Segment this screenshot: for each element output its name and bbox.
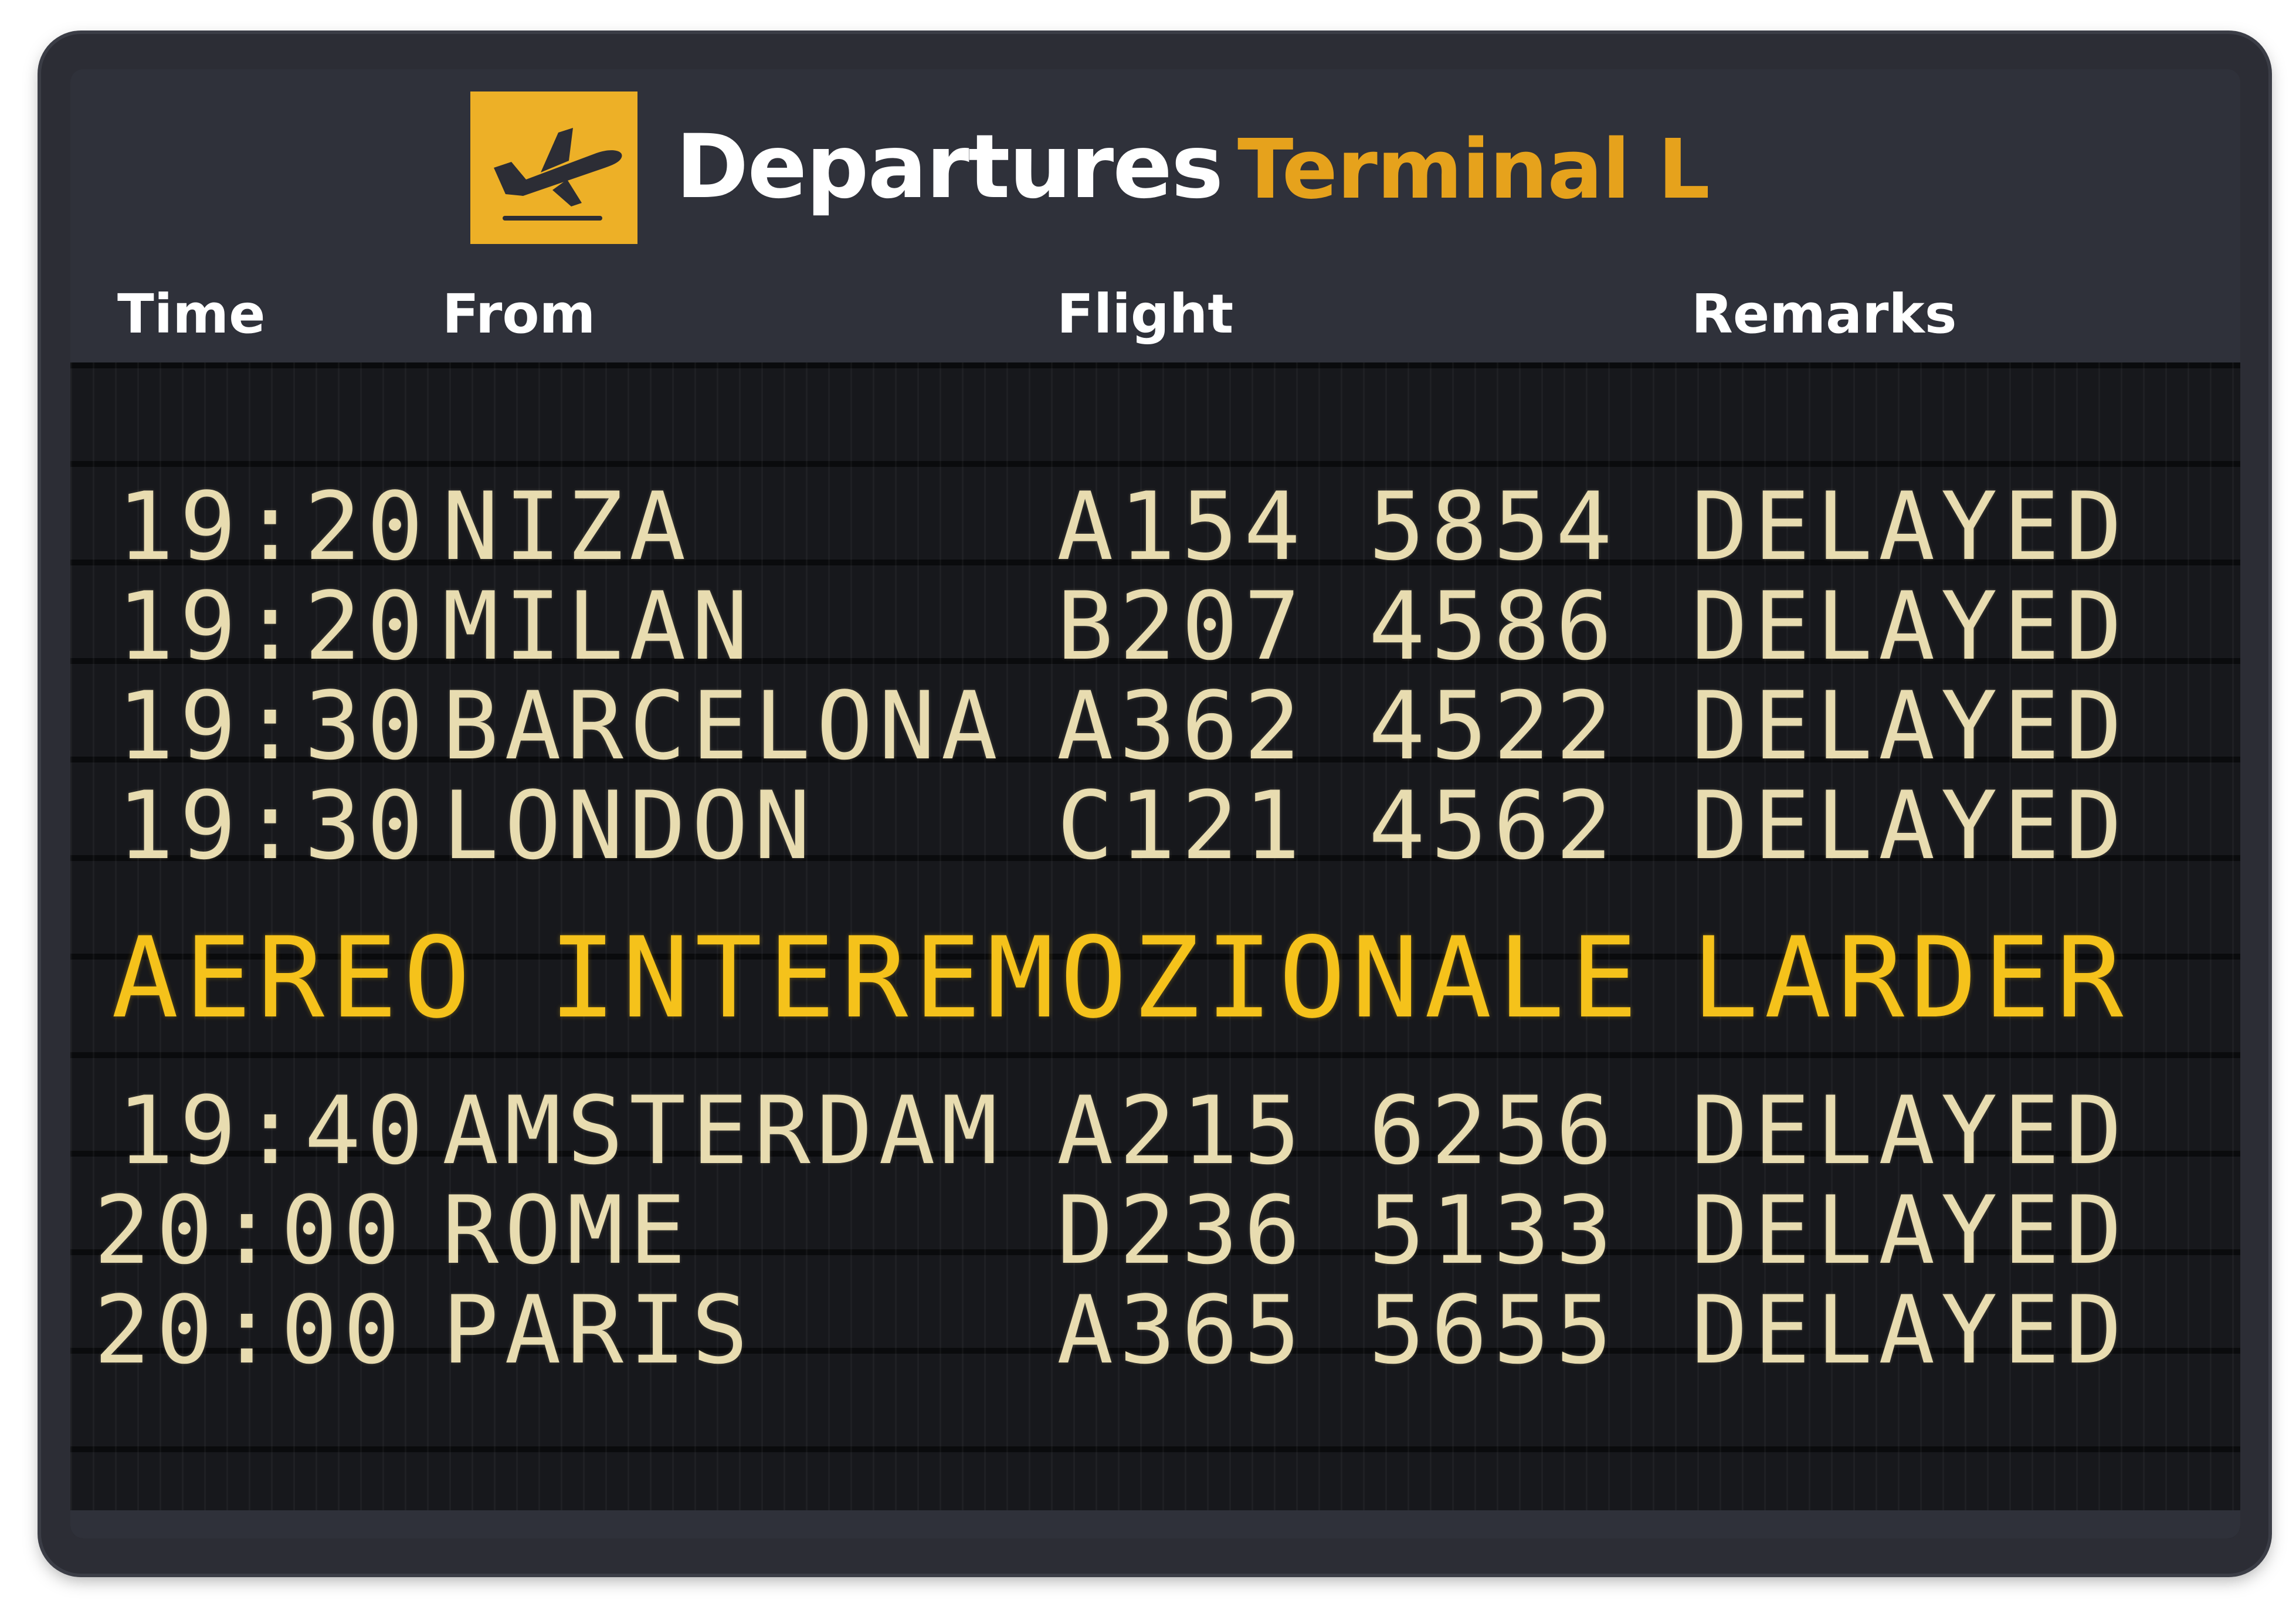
flight-time: 19:40 — [117, 1076, 429, 1185]
flight-time: 19:20 — [117, 472, 429, 581]
flight-time: 20:00 — [94, 1175, 406, 1285]
flight-origin: BARCELONA — [442, 671, 1003, 781]
terminal-label: Terminal L — [1237, 122, 1710, 218]
flight-number: B207 4586 — [1057, 571, 1618, 681]
flight-origin: NIZA — [442, 472, 692, 581]
flight-row: 19:40 AMSTERDAM A215 6256 DELAYED — [70, 1084, 2240, 1178]
flight-origin: AMSTERDAM — [442, 1076, 1003, 1185]
notice-row: AEREO INTEREMOZIONALE LARDER — [70, 923, 2240, 1034]
column-header-from: From — [442, 283, 596, 345]
board-bottom-edge — [70, 1510, 2240, 1538]
flight-remarks: DELAYED — [1691, 1175, 2128, 1285]
flight-number: A365 5655 — [1057, 1275, 1618, 1385]
flight-number: C121 4562 — [1057, 771, 1618, 880]
flight-row: 19:30 BARCELONA A362 4522 DELAYED — [70, 679, 2240, 773]
column-header-flight: Flight — [1057, 283, 1234, 345]
board-header: Departures Terminal L Time From Flight R… — [70, 69, 2240, 362]
flight-number: A215 6256 — [1057, 1076, 1618, 1185]
flight-remarks: DELAYED — [1691, 1076, 2128, 1185]
flight-origin: PARIS — [442, 1275, 754, 1385]
board-panel: Departures Terminal L Time From Flight R… — [70, 69, 2240, 1538]
flight-remarks: DELAYED — [1691, 1275, 2128, 1385]
flight-time: 19:20 — [117, 571, 429, 681]
flight-row: 19:30 LONDON C121 4562 DELAYED — [70, 779, 2240, 873]
flight-origin: LONDON — [442, 771, 816, 880]
flight-row: 19:20 MILAN B207 4586 DELAYED — [70, 579, 2240, 673]
flight-remarks: DELAYED — [1691, 771, 2128, 880]
flight-number: A362 4522 — [1057, 671, 1618, 781]
column-header-remarks: Remarks — [1691, 283, 1957, 345]
column-header-time: Time — [117, 283, 266, 345]
notice-text: AEREO INTEREMOZIONALE — [111, 913, 1644, 1043]
flight-number: A154 5854 — [1057, 472, 1618, 581]
flight-row: 19:20 NIZA A154 5854 DELAYED — [70, 480, 2240, 574]
airplane-takeoff-icon — [470, 91, 637, 244]
flight-origin: ROME — [442, 1175, 692, 1285]
flight-remarks: DELAYED — [1691, 571, 2128, 681]
departures-board: Departures Terminal L Time From Flight R… — [41, 34, 2268, 1574]
flight-display: 19:20 NIZA A154 5854 DELAYED 19:20 MILAN… — [70, 362, 2240, 1538]
flight-row: 20:00 ROME D236 5133 DELAYED — [70, 1184, 2240, 1277]
flight-time: 19:30 — [117, 771, 429, 880]
flight-origin: MILAN — [442, 571, 754, 681]
flight-time: 19:30 — [117, 671, 429, 781]
flight-remarks: DELAYED — [1691, 472, 2128, 581]
flight-remarks: DELAYED — [1691, 671, 2128, 781]
page-title: Departures — [676, 116, 1223, 218]
flight-row: 20:00 PARIS A365 5655 DELAYED — [70, 1283, 2240, 1377]
flight-number: D236 5133 — [1057, 1175, 1618, 1285]
flight-time: 20:00 — [94, 1275, 406, 1385]
notice-remarks: LARDER — [1691, 913, 2129, 1043]
